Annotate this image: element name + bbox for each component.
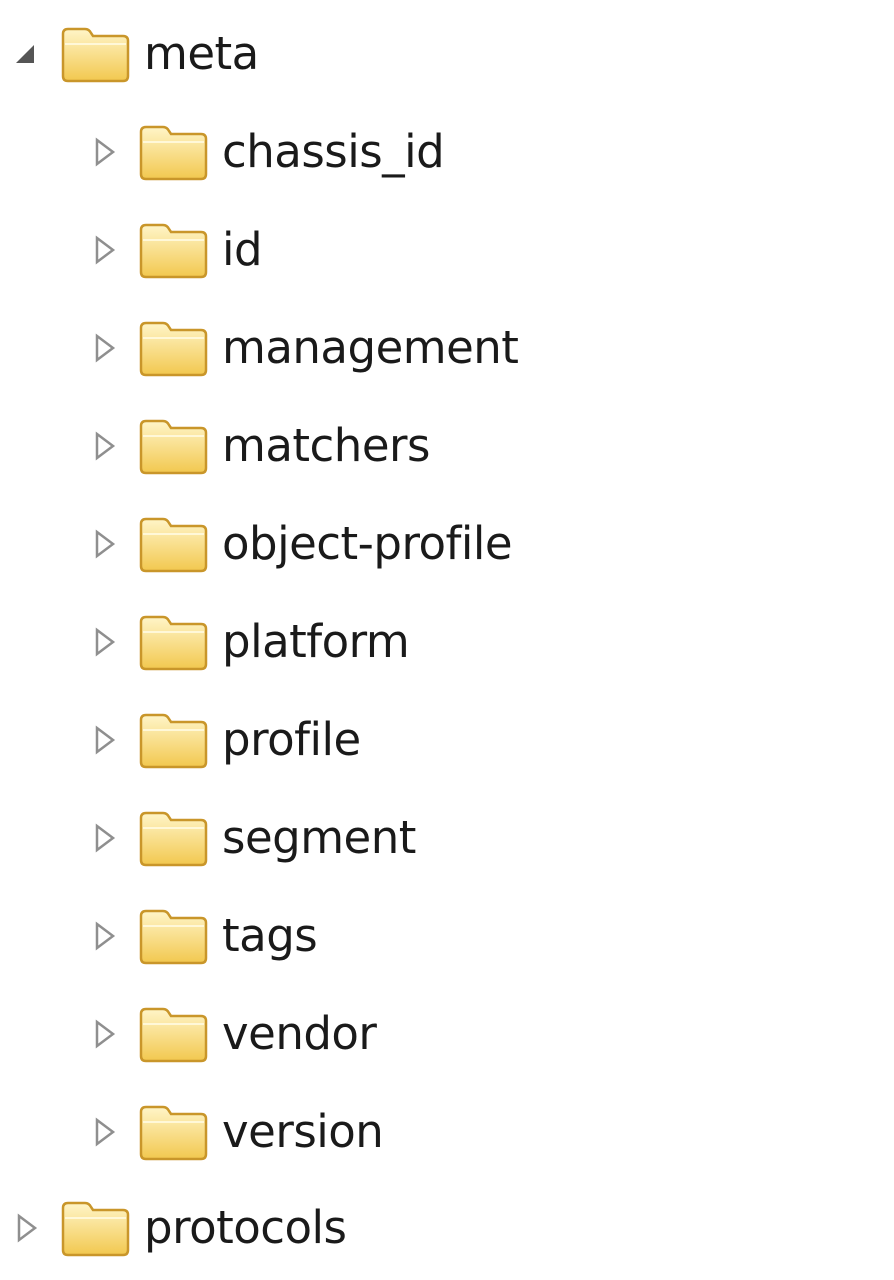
folder-icon xyxy=(136,398,210,494)
folder-icon xyxy=(136,104,210,200)
folder-icon xyxy=(58,6,132,102)
folder-icon xyxy=(136,594,210,690)
folder-icon xyxy=(136,1084,210,1180)
collapsed-triangle-icon[interactable] xyxy=(78,300,128,396)
tree-node-label: matchers xyxy=(222,419,430,472)
collapsed-triangle-icon[interactable] xyxy=(78,986,128,1082)
collapsed-triangle-icon[interactable] xyxy=(78,398,128,494)
tree-node-object-profile[interactable]: object-profile xyxy=(78,496,513,592)
tree-node-id[interactable]: id xyxy=(78,202,263,298)
collapsed-triangle-icon[interactable] xyxy=(78,104,128,200)
tree-node-matchers[interactable]: matchers xyxy=(78,398,430,494)
tree-node-label: version xyxy=(222,1105,384,1158)
folder-icon xyxy=(136,692,210,788)
tree-node-label: protocols xyxy=(144,1201,347,1254)
tree-node-version[interactable]: version xyxy=(78,1084,384,1180)
tree-node-label: vendor xyxy=(222,1007,377,1060)
folder-icon xyxy=(136,202,210,298)
collapsed-triangle-icon[interactable] xyxy=(0,1180,50,1276)
collapsed-triangle-icon[interactable] xyxy=(78,496,128,592)
tree-node-label: tags xyxy=(222,909,318,962)
folder-icon xyxy=(136,790,210,886)
collapsed-triangle-icon[interactable] xyxy=(78,1084,128,1180)
collapsed-triangle-icon[interactable] xyxy=(78,888,128,984)
tree-node-protocols[interactable]: protocols xyxy=(0,1180,347,1276)
tree-node-label: segment xyxy=(222,811,416,864)
tree-node-vendor[interactable]: vendor xyxy=(78,986,377,1082)
tree-node-label: object-profile xyxy=(222,517,513,570)
folder-icon xyxy=(136,300,210,396)
tree-node-platform[interactable]: platform xyxy=(78,594,410,690)
collapsed-triangle-icon[interactable] xyxy=(78,790,128,886)
tree-node-management[interactable]: management xyxy=(78,300,519,396)
tree-node-label: platform xyxy=(222,615,410,668)
tree-node-segment[interactable]: segment xyxy=(78,790,416,886)
tree-node-label: profile xyxy=(222,713,361,766)
folder-icon xyxy=(58,1180,132,1276)
tree-node-label: id xyxy=(222,223,263,276)
tree-node-chassis_id[interactable]: chassis_id xyxy=(78,104,445,200)
tree-node-label: management xyxy=(222,321,519,374)
collapsed-triangle-icon[interactable] xyxy=(78,202,128,298)
tree-node-meta[interactable]: meta xyxy=(0,6,259,102)
folder-icon xyxy=(136,888,210,984)
expanded-triangle-icon[interactable] xyxy=(0,6,50,102)
collapsed-triangle-icon[interactable] xyxy=(78,692,128,788)
folder-icon xyxy=(136,496,210,592)
tree-node-profile[interactable]: profile xyxy=(78,692,361,788)
tree-node-label: chassis_id xyxy=(222,125,445,178)
folder-icon xyxy=(136,986,210,1082)
folder-tree: meta chassis_id id management matchers o… xyxy=(0,0,894,1280)
tree-node-tags[interactable]: tags xyxy=(78,888,318,984)
collapsed-triangle-icon[interactable] xyxy=(78,594,128,690)
tree-node-label: meta xyxy=(144,27,259,80)
